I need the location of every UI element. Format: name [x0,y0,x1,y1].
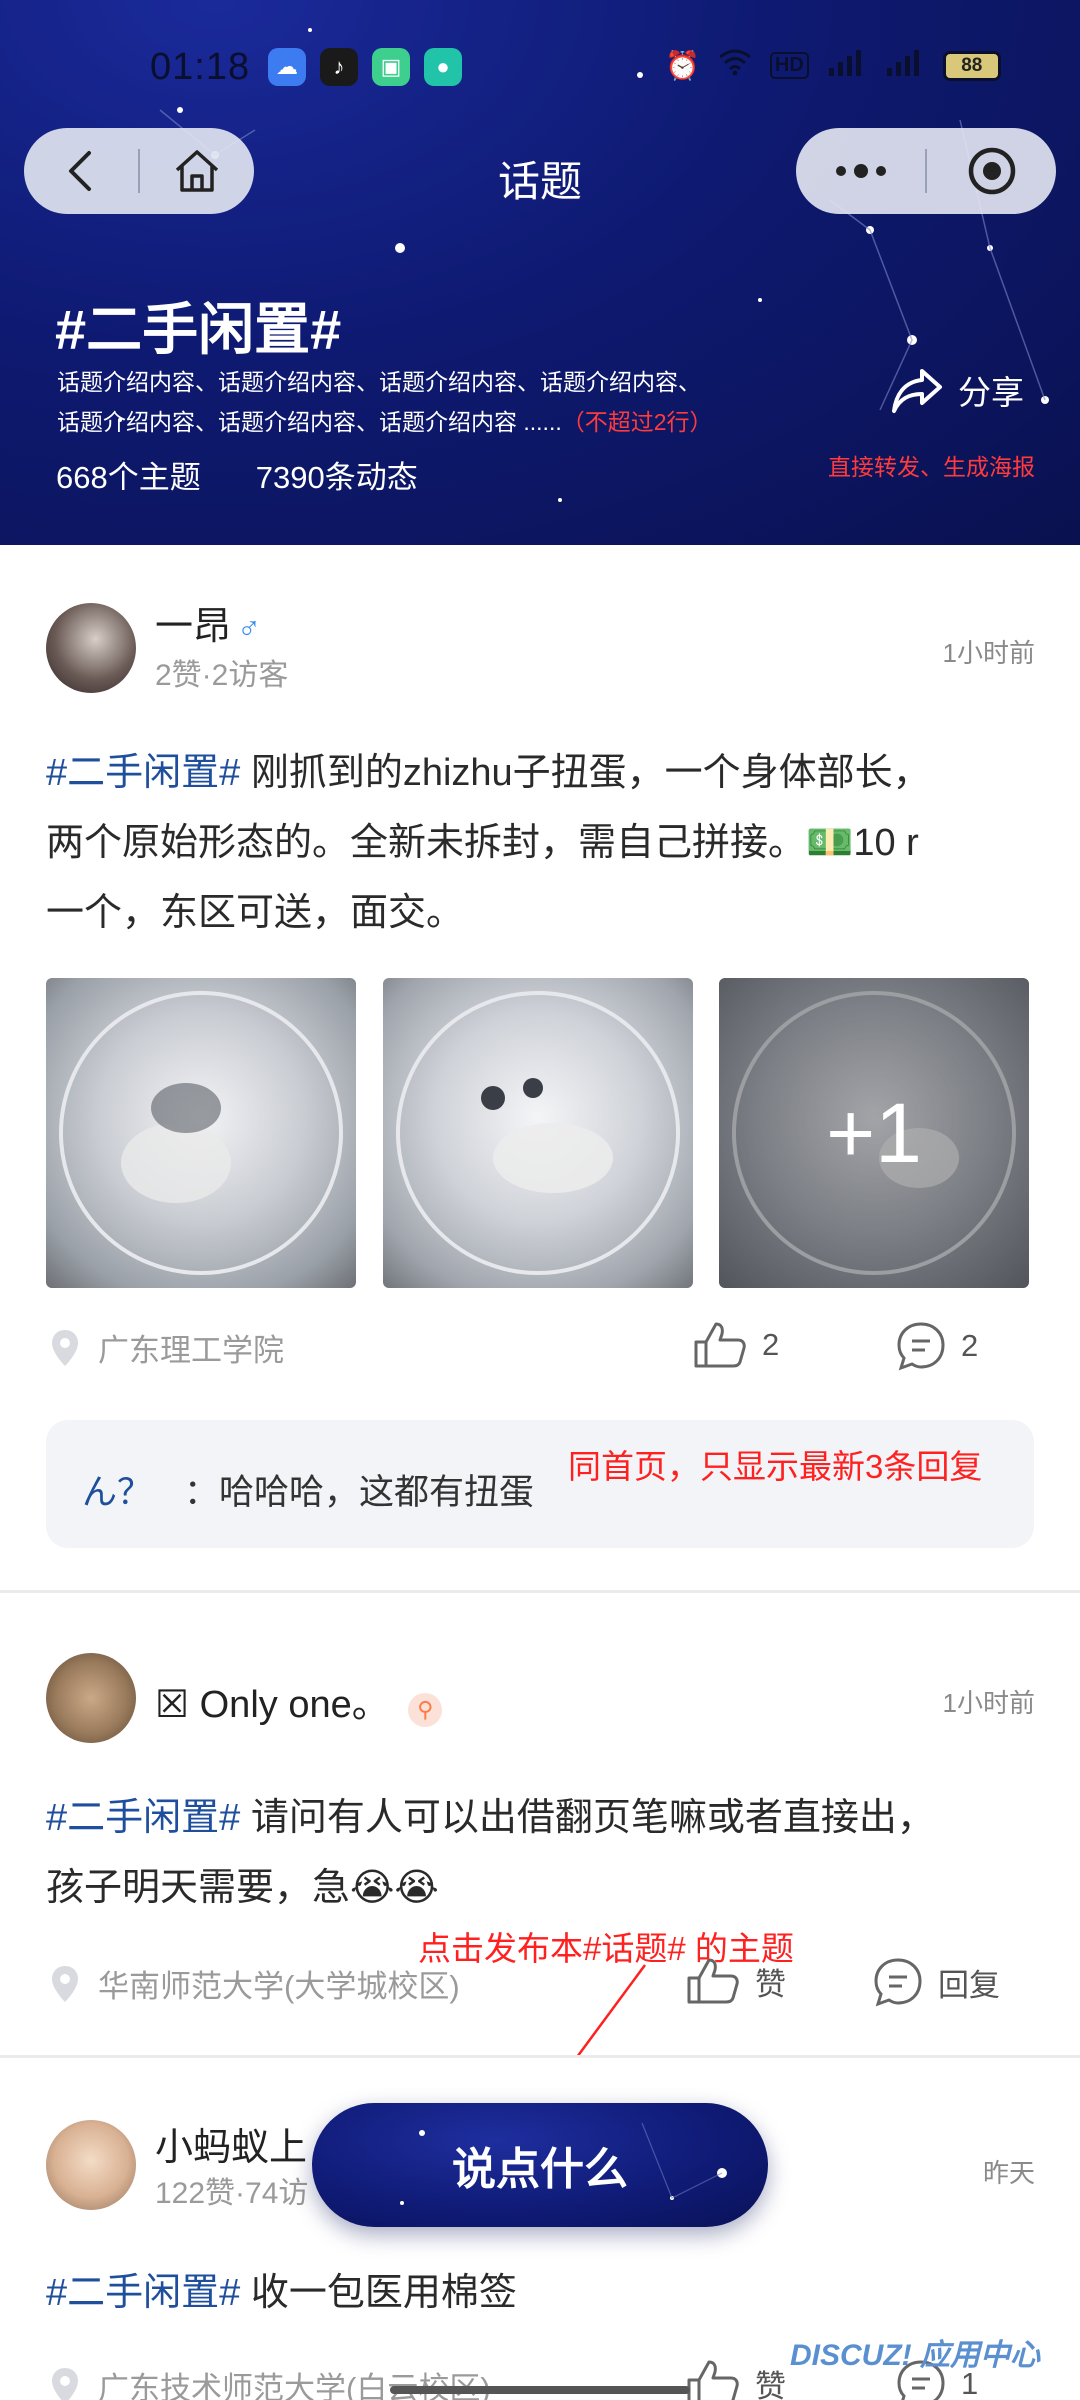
location-pin-icon [52,1329,78,1366]
more-images-count: +1 [719,978,1029,1288]
status-time: 01:18 [150,46,251,88]
post-time: 1小时前 [942,638,1035,668]
reply-text: ：哈哈哈，这都有扭蛋 [184,1473,535,1512]
like-button[interactable]: 2 [692,1320,779,1370]
reply-label: 回复 [938,1967,1000,2003]
author-meta: 122赞·74访 [155,2177,309,2210]
hashtag-link[interactable]: #二手闲置# [46,2272,240,2314]
location-pin-icon [52,2367,78,2400]
like-button[interactable]: 赞 [685,2358,786,2400]
thumbs-up-icon [694,1322,746,1368]
post-image-1[interactable] [46,978,356,1288]
post-location[interactable]: 广东技术师范大学(白云校区) [50,2363,491,2400]
nav-capsule-right [796,128,1056,214]
share-button[interactable]: 分享 [890,365,1024,415]
badge-icon: ⚲ [408,1693,443,1727]
thumbs-up-icon [687,2360,739,2400]
post-location[interactable]: 华南师范大学(大学城校区) [50,1961,460,2006]
topic-description-line2: 话题介绍内容、话题介绍内容、话题介绍内容 ...... [57,409,562,435]
activity-count: 7390条动态 [255,460,418,495]
post-image-3[interactable]: +1 [719,978,1029,1288]
gallery-app-icon: ▣ [372,48,410,86]
post-location[interactable]: 广东理工学院 [50,1325,284,1370]
signal-icon-1 [827,48,867,83]
author-name[interactable]: ☒ Only one。 ⚲ [155,1673,443,1728]
post-time: 昨天 [982,2158,1035,2188]
avatar[interactable] [46,1653,136,1743]
topic-stats: 668个主题 7390条动态 [56,452,418,497]
home-indicator[interactable] [390,2386,690,2394]
topic-title: #二手闲置# [55,298,342,361]
reply-button[interactable]: 回复 [872,1956,1000,2008]
close-miniapp-button[interactable] [927,128,1056,214]
cloud-app-icon: ☁ [268,48,306,86]
author-meta: 2赞·2访客 [155,659,289,692]
topic-description-line1: 话题介绍内容、话题介绍内容、话题介绍内容、话题介绍内容、 [57,369,701,395]
reply-user[interactable]: ん？ [82,1464,152,1515]
share-label: 分享 [958,374,1024,411]
avatar[interactable] [46,2120,136,2210]
hashtag-link[interactable]: #二手闲置# [46,1797,240,1839]
post-content[interactable]: #二手闲置# 刚抓到的zhizhu子扭蛋，一个身体部长， 两个原始形态的。全新未… [46,738,1036,948]
topic-header: 01:18 ☁ ♪ ▣ ● ⏰ HD 88 话题 #二手闲置# 话题介绍内容、话… [0,0,1080,545]
more-menu-button[interactable] [796,128,925,214]
tiktok-icon: ♪ [320,48,358,86]
alarm-icon: ⏰ [665,50,700,81]
signal-icon-2 [885,48,925,83]
male-icon: ♂ [237,610,262,646]
watermark-logo: DISCUZ! 应用中心 [790,2339,1040,2372]
notification-icons: ☁ ♪ ▣ ● [268,48,462,86]
post-content[interactable]: #二手闲置# 请问有人可以出借翻页笔嘛或者直接出， 孩子明天需要，急😭😭 [46,1783,1036,1923]
message-app-icon: ● [424,48,462,86]
compose-label: 说点什么 [452,2145,628,2194]
avatar[interactable] [46,603,136,693]
target-close-icon [968,147,1015,195]
author-name[interactable]: 一昂 ♂ [155,595,261,650]
comment-icon [897,1322,945,1371]
compose-button[interactable]: 说点什么 [312,2103,768,2227]
like-count: 2 [762,1327,780,1362]
like-label: 赞 [755,2368,786,2400]
comment-count: 2 [961,1328,979,1363]
post-content[interactable]: #二手闲置# 收一包医用棉签 [46,2258,1036,2328]
topic-count: 668个主题 [56,460,201,495]
description-limit-note: （不超过2行） [561,409,713,435]
comment-button[interactable]: 2 [895,1320,978,1372]
hashtag-link[interactable]: #二手闲置# [46,752,240,794]
share-note: 直接转发、生成海报 [828,454,1035,480]
author-name[interactable]: 小蚂蚁上 [155,2116,307,2171]
hd-icon: HD [769,52,809,79]
location-pin-icon [52,1965,78,2002]
system-icons: ⏰ HD 88 [665,48,1001,83]
post-time: 1小时前 [942,1688,1035,1718]
battery-indicator: 88 [942,50,1001,81]
topic-description: 话题介绍内容、话题介绍内容、话题介绍内容、话题介绍内容、 话题介绍内容、话题介绍… [57,362,757,442]
wifi-icon [718,48,752,83]
reply-annotation: 同首页，只显示最新3条回复 [568,1448,983,1485]
share-icon [892,369,942,413]
money-emoji: 💵 [806,822,854,864]
comment-icon [874,1958,922,2007]
more-dots-icon [835,164,886,178]
status-bar: 01:18 ☁ ♪ ▣ ● ⏰ HD 88 [0,38,1080,98]
post-image-2[interactable] [383,978,693,1288]
